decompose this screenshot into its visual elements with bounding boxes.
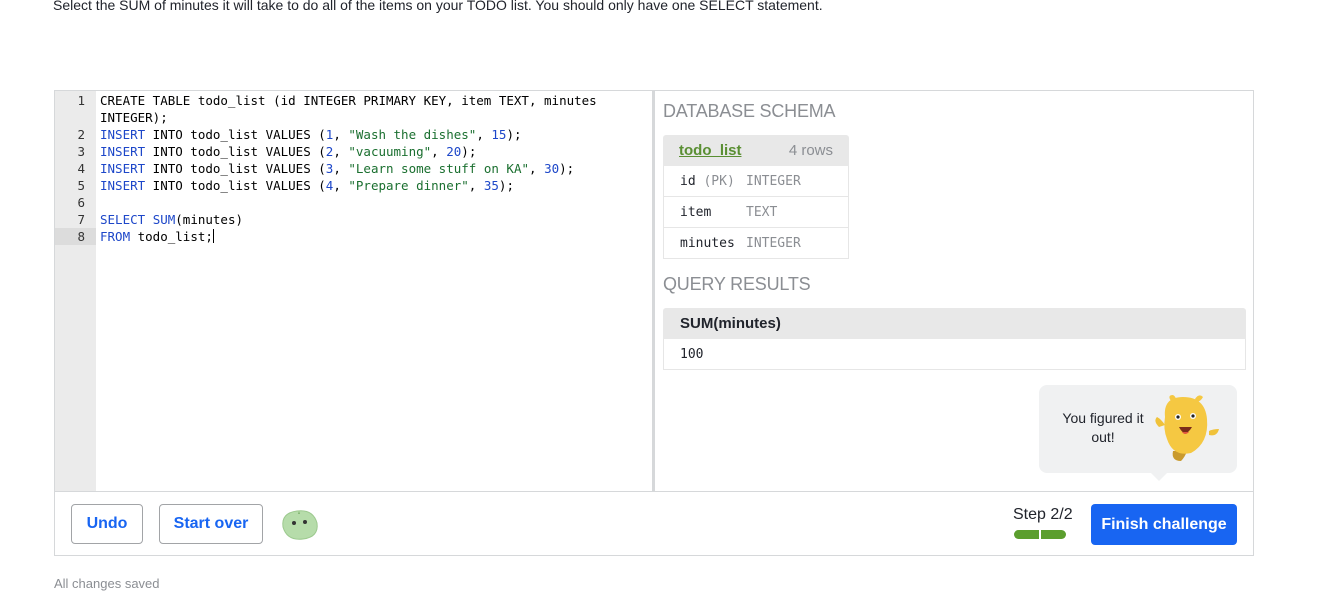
schema-column-name: minutes xyxy=(680,235,735,251)
results-table: SUM(minutes) 100 xyxy=(663,308,1246,370)
feedback-text: You figured it out! xyxy=(1062,410,1144,445)
code-text[interactable]: SELECT SUM(minutes) xyxy=(100,211,612,228)
line-number: 2 xyxy=(77,127,85,142)
line-number: 8 xyxy=(55,228,96,245)
code-line[interactable]: 5 INSERT INTO todo_list VALUES (4, "Prepa… xyxy=(55,177,652,194)
line-number: 1 xyxy=(77,93,85,108)
code-line[interactable]: 2 INSERT INTO todo_list VALUES (1, "Wash … xyxy=(55,126,652,143)
code-line[interactable]: 4 INSERT INTO todo_list VALUES (3, "Learn… xyxy=(55,160,652,177)
schema-row-count: 4 rows xyxy=(788,142,833,159)
step-label: Step 2/2 xyxy=(1013,506,1073,523)
code-text[interactable]: INSERT INTO todo_list VALUES (1, "Wash t… xyxy=(100,126,612,143)
line-number: 6 xyxy=(77,195,85,210)
schema-table: todo_list 4 rows id (PK) INTEGER item TE… xyxy=(663,135,849,259)
instructions-text: Select the SUM of minutes it will take t… xyxy=(53,0,823,13)
schema-table-header: todo_list 4 rows xyxy=(663,135,849,166)
code-text[interactable]: INSERT INTO todo_list VALUES (2, "vacuum… xyxy=(100,143,612,160)
progress-segment xyxy=(1041,530,1066,539)
editor-footer: Undo Start over Step 2/2 Finish challeng… xyxy=(55,491,1253,556)
schema-table-name-link[interactable]: todo_list xyxy=(679,142,742,159)
save-status: All changes saved xyxy=(54,576,160,591)
code-text[interactable]: CREATE TABLE todo_list (id INTEGER PRIMA… xyxy=(100,92,612,126)
code-line[interactable]: 3 INSERT INTO todo_list VALUES (2, "vacuu… xyxy=(55,143,652,160)
results-column-header: SUM(minutes) xyxy=(663,308,1246,339)
schema-column-name: id (PK) xyxy=(680,173,735,189)
undo-button[interactable]: Undo xyxy=(71,504,143,544)
code-text[interactable]: INSERT INTO todo_list VALUES (3, "Learn … xyxy=(100,160,612,177)
code-line[interactable]: 8 FROM todo_list; xyxy=(55,228,652,245)
mascot-winston-icon xyxy=(1155,395,1219,461)
line-number: 4 xyxy=(77,161,85,176)
schema-column-type: INTEGER xyxy=(746,173,801,189)
line-number: 5 xyxy=(77,178,85,193)
blob-hint-icon[interactable] xyxy=(279,507,319,543)
schema-pk-label: (PK) xyxy=(703,173,735,189)
line-number: 7 xyxy=(77,212,85,227)
schema-column-type: INTEGER xyxy=(746,235,801,251)
schema-title: DATABASE SCHEMA xyxy=(663,101,836,121)
code-line[interactable]: 6 xyxy=(55,194,652,211)
step-progress-bar xyxy=(1014,530,1066,539)
code-line[interactable]: 7 SELECT SUM(minutes) xyxy=(55,211,652,228)
schema-column-type: TEXT xyxy=(746,204,778,220)
output-panel: DATABASE SCHEMA todo_list 4 rows id (PK)… xyxy=(655,91,1253,491)
code-line[interactable]: 1 CREATE TABLE todo_list (id INTEGER PRIM… xyxy=(55,92,652,126)
challenge-frame: 1 CREATE TABLE todo_list (id INTEGER PRIM… xyxy=(54,90,1254,556)
schema-column-name: item xyxy=(680,204,712,220)
schema-column-row: item TEXT xyxy=(663,197,849,228)
start-over-button[interactable]: Start over xyxy=(159,504,263,544)
text-cursor xyxy=(212,229,214,243)
code-lines[interactable]: 1 CREATE TABLE todo_list (id INTEGER PRIM… xyxy=(55,91,652,245)
line-number: 3 xyxy=(77,144,85,159)
results-title: QUERY RESULTS xyxy=(663,274,811,294)
schema-column-row: minutes INTEGER xyxy=(663,228,849,259)
progress-segment xyxy=(1014,530,1039,539)
schema-column-row: id (PK) INTEGER xyxy=(663,166,849,197)
feedback-bubble: You figured it out! xyxy=(1039,385,1237,481)
code-text[interactable]: FROM todo_list; xyxy=(100,228,612,245)
code-editor[interactable]: 1 CREATE TABLE todo_list (id INTEGER PRIM… xyxy=(55,91,655,491)
code-text[interactable]: INSERT INTO todo_list VALUES (4, "Prepar… xyxy=(100,177,612,194)
results-cell: 100 xyxy=(663,339,1246,370)
finish-challenge-button[interactable]: Finish challenge xyxy=(1091,504,1237,545)
